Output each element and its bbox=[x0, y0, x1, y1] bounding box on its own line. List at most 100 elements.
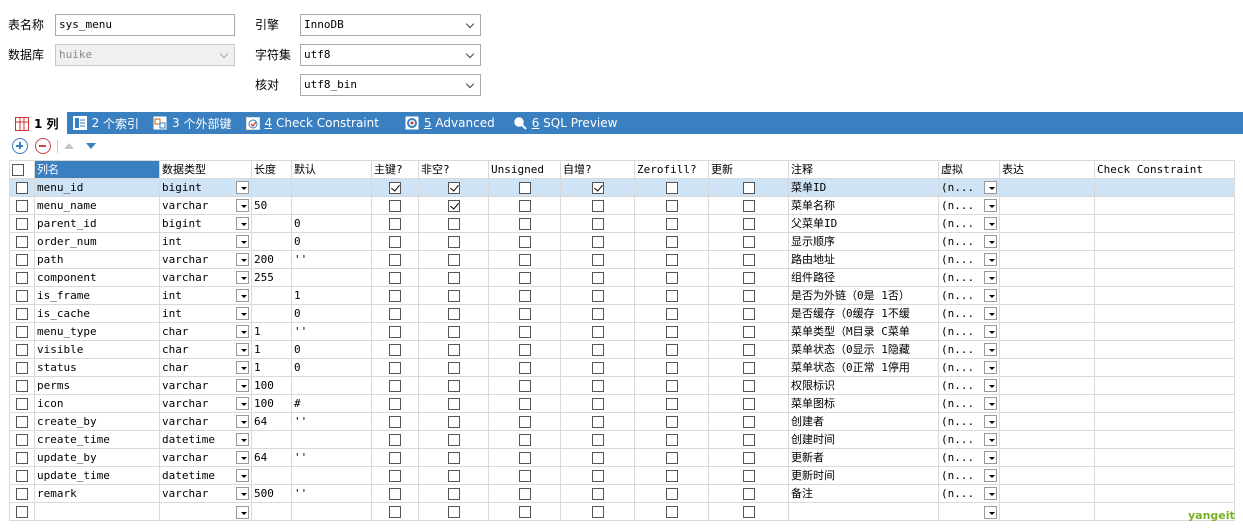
column-default-cell[interactable] bbox=[291, 196, 372, 215]
not-null-checkbox[interactable] bbox=[447, 271, 460, 284]
tab-foreign-keys[interactable]: 3 个外部键 bbox=[147, 112, 239, 134]
table-row[interactable]: update_time datetime 更新时间 (n... bbox=[9, 466, 1235, 485]
row-select-checkbox[interactable] bbox=[16, 379, 28, 392]
column-check-cell[interactable] bbox=[1094, 340, 1235, 359]
column-comment-cell[interactable]: 组件路径 bbox=[788, 268, 939, 287]
column-virtual-cell[interactable]: (n... bbox=[938, 250, 1000, 269]
auto-inc-checkbox[interactable] bbox=[591, 199, 604, 212]
on-update-checkbox[interactable] bbox=[742, 181, 755, 194]
auto-inc-checkbox[interactable] bbox=[591, 271, 604, 284]
column-length-cell[interactable]: 1 bbox=[251, 322, 292, 341]
chevron-down-icon[interactable] bbox=[984, 360, 997, 374]
not-null-checkbox[interactable] bbox=[447, 469, 460, 482]
table-row[interactable]: perms varchar 100 权限标识 (n... bbox=[9, 376, 1235, 395]
column-length-cell[interactable]: 1 bbox=[251, 340, 292, 359]
column-name-cell[interactable]: parent_id bbox=[34, 214, 160, 233]
header-virtual[interactable]: 虚拟 bbox=[938, 160, 1000, 179]
auto-inc-checkbox[interactable] bbox=[591, 181, 604, 194]
column-check-cell[interactable] bbox=[1094, 232, 1235, 251]
chevron-down-icon[interactable] bbox=[236, 288, 249, 302]
column-check-cell[interactable] bbox=[1094, 304, 1235, 323]
auto-inc-checkbox[interactable] bbox=[591, 343, 604, 356]
unsigned-checkbox[interactable] bbox=[518, 433, 531, 446]
on-update-checkbox[interactable] bbox=[742, 433, 755, 446]
unsigned-checkbox[interactable] bbox=[518, 289, 531, 302]
move-down-icon[interactable] bbox=[86, 143, 96, 149]
column-length-cell[interactable]: 1 bbox=[251, 358, 292, 377]
column-comment-cell[interactable]: 菜单ID bbox=[788, 178, 939, 197]
pk-checkbox[interactable] bbox=[389, 415, 401, 428]
pk-checkbox[interactable] bbox=[389, 289, 401, 302]
column-comment-cell[interactable]: 是否缓存（0缓存 1不缓 bbox=[788, 304, 939, 323]
pk-checkbox[interactable] bbox=[389, 253, 401, 266]
column-comment-cell[interactable]: 权限标识 bbox=[788, 376, 939, 395]
pk-checkbox[interactable] bbox=[389, 217, 401, 230]
zerofill-checkbox[interactable] bbox=[665, 415, 678, 428]
row-select-checkbox[interactable] bbox=[16, 469, 28, 482]
not-null-checkbox[interactable] bbox=[447, 181, 460, 194]
header-on-update[interactable]: 更新 bbox=[708, 160, 789, 179]
column-default-cell[interactable]: 0 bbox=[291, 358, 372, 377]
column-name-cell[interactable]: menu_type bbox=[34, 322, 160, 341]
column-expression-cell[interactable] bbox=[999, 340, 1095, 359]
not-null-checkbox[interactable] bbox=[447, 199, 460, 212]
auto-inc-checkbox[interactable] bbox=[591, 505, 604, 518]
column-default-cell[interactable] bbox=[291, 376, 372, 395]
table-row[interactable]: menu_id bigint 菜单ID (n... bbox=[9, 178, 1235, 197]
table-row[interactable]: order_num int 0 显示顺序 (n... bbox=[9, 232, 1235, 251]
auto-inc-checkbox[interactable] bbox=[591, 253, 604, 266]
collation-select[interactable]: utf8_bin bbox=[300, 74, 481, 96]
column-comment-cell[interactable]: 菜单图标 bbox=[788, 394, 939, 413]
column-virtual-cell[interactable]: (n... bbox=[938, 322, 1000, 341]
chevron-down-icon[interactable] bbox=[236, 306, 249, 320]
zerofill-checkbox[interactable] bbox=[665, 343, 678, 356]
auto-inc-checkbox[interactable] bbox=[591, 451, 604, 464]
row-select-checkbox[interactable] bbox=[16, 271, 28, 284]
column-virtual-cell[interactable]: (n... bbox=[938, 340, 1000, 359]
column-type-cell[interactable]: varchar bbox=[159, 268, 252, 287]
column-virtual-cell[interactable]: (n... bbox=[938, 178, 1000, 197]
auto-inc-checkbox[interactable] bbox=[591, 397, 604, 410]
remove-column-icon[interactable] bbox=[35, 138, 51, 154]
auto-inc-checkbox[interactable] bbox=[591, 307, 604, 320]
chevron-down-icon[interactable] bbox=[236, 396, 249, 410]
pk-checkbox[interactable] bbox=[389, 379, 401, 392]
column-comment-cell[interactable]: 父菜单ID bbox=[788, 214, 939, 233]
header-default[interactable]: 默认 bbox=[291, 160, 372, 179]
pk-checkbox[interactable] bbox=[389, 487, 401, 500]
not-null-checkbox[interactable] bbox=[447, 289, 460, 302]
column-comment-cell[interactable]: 菜单状态（0显示 1隐藏 bbox=[788, 340, 939, 359]
column-default-cell[interactable]: 0 bbox=[291, 304, 372, 323]
column-default-cell[interactable] bbox=[291, 268, 372, 287]
header-zerofill[interactable]: Zerofill? bbox=[634, 160, 709, 179]
column-default-cell[interactable]: '' bbox=[291, 448, 372, 467]
row-select-checkbox[interactable] bbox=[16, 181, 28, 194]
column-virtual-cell[interactable]: (n... bbox=[938, 430, 1000, 449]
column-virtual-cell[interactable]: (n... bbox=[938, 466, 1000, 485]
column-comment-cell[interactable]: 创建时间 bbox=[788, 430, 939, 449]
zerofill-checkbox[interactable] bbox=[665, 505, 678, 518]
zerofill-checkbox[interactable] bbox=[665, 181, 678, 194]
table-row[interactable]: visible char 1 0 菜单状态（0显示 1隐藏 (n... bbox=[9, 340, 1235, 359]
chevron-down-icon[interactable] bbox=[984, 468, 997, 482]
auto-inc-checkbox[interactable] bbox=[591, 361, 604, 374]
auto-inc-checkbox[interactable] bbox=[591, 469, 604, 482]
column-length-cell[interactable] bbox=[251, 178, 292, 197]
column-length-cell[interactable]: 64 bbox=[251, 412, 292, 431]
column-name-cell[interactable]: update_time bbox=[34, 466, 160, 485]
on-update-checkbox[interactable] bbox=[742, 469, 755, 482]
column-name-cell[interactable]: update_by bbox=[34, 448, 160, 467]
on-update-checkbox[interactable] bbox=[742, 361, 755, 374]
column-virtual-cell[interactable]: (n... bbox=[938, 448, 1000, 467]
not-null-checkbox[interactable] bbox=[447, 379, 460, 392]
column-type-cell[interactable]: char bbox=[159, 340, 252, 359]
column-default-cell[interactable] bbox=[291, 430, 372, 449]
pk-checkbox[interactable] bbox=[389, 325, 401, 338]
auto-inc-checkbox[interactable] bbox=[591, 235, 604, 248]
column-length-cell[interactable] bbox=[251, 502, 292, 521]
column-default-cell[interactable]: '' bbox=[291, 322, 372, 341]
table-row[interactable]: status char 1 0 菜单状态（0正常 1停用 (n... bbox=[9, 358, 1235, 377]
column-default-cell[interactable]: 0 bbox=[291, 340, 372, 359]
chevron-down-icon[interactable] bbox=[984, 505, 997, 519]
column-expression-cell[interactable] bbox=[999, 394, 1095, 413]
